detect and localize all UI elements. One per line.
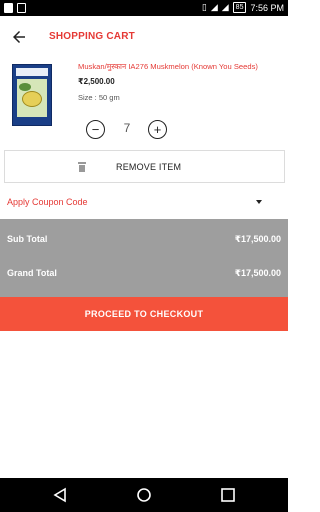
nav-recents-icon[interactable]	[208, 478, 248, 512]
grand-total-label: Grand Total	[7, 268, 57, 278]
grand-total-value: ₹17,500.00	[234, 268, 281, 278]
coupon-label: Apply Coupon Code	[7, 197, 88, 207]
trash-icon	[78, 162, 86, 172]
decrease-quantity-button[interactable]: −	[86, 120, 105, 139]
vibrate-icon: ▯	[201, 2, 207, 12]
product-size: Size : 50 gm	[78, 93, 120, 102]
grand-total-row: Grand Total ₹17,500.00	[0, 264, 288, 284]
increase-quantity-button[interactable]: +	[148, 120, 167, 139]
nav-home-icon[interactable]	[124, 478, 164, 512]
product-image[interactable]	[12, 64, 52, 126]
system-nav-bar	[0, 478, 288, 512]
image-notification-icon	[17, 3, 26, 13]
sub-total-row: Sub Total ₹17,500.00	[0, 230, 288, 250]
page-title: SHOPPING CART	[49, 31, 135, 42]
nav-back-icon[interactable]	[40, 478, 80, 512]
sub-total-value: ₹17,500.00	[234, 234, 281, 244]
sub-total-label: Sub Total	[7, 234, 48, 244]
status-bar: ▯ ◢ ◢ 85 7:56 PM	[0, 0, 288, 16]
package-label	[16, 68, 48, 76]
product-name[interactable]: Muskan/मुस्कान IA276 Muskmelon (Known Yo…	[78, 62, 284, 72]
app-bar: SHOPPING CART	[0, 16, 288, 58]
notification-icon	[4, 3, 13, 13]
coupon-dropdown[interactable]: Apply Coupon Code	[0, 190, 288, 216]
proceed-to-checkout-button[interactable]: PROCEED TO CHECKOUT	[0, 297, 288, 331]
product-price: ₹2,500.00	[78, 77, 115, 86]
melon-graphic	[22, 91, 42, 107]
remove-item-label: REMOVE ITEM	[116, 162, 182, 172]
back-arrow-icon[interactable]	[10, 28, 28, 46]
quantity-stepper: − 7 +	[86, 120, 170, 140]
quantity-value: 7	[123, 121, 131, 135]
totals-panel: Sub Total ₹17,500.00 Grand Total ₹17,500…	[0, 219, 288, 297]
system-icons: ▯ ◢ ◢ 85 7:56 PM	[202, 2, 284, 13]
checkout-label: PROCEED TO CHECKOUT	[84, 309, 204, 319]
signal-icon: ◢	[221, 2, 229, 12]
wifi-icon: ◢	[210, 2, 218, 12]
battery-icon: 85	[232, 2, 247, 13]
notification-icons	[4, 3, 26, 13]
dropdown-caret-icon	[256, 200, 262, 204]
leaf-graphic	[19, 83, 31, 91]
cart-item: Muskan/मुस्कान IA276 Muskmelon (Known Yo…	[0, 58, 288, 150]
status-time: 7:56 PM	[250, 2, 284, 13]
remove-item-button[interactable]: REMOVE ITEM	[4, 150, 285, 183]
